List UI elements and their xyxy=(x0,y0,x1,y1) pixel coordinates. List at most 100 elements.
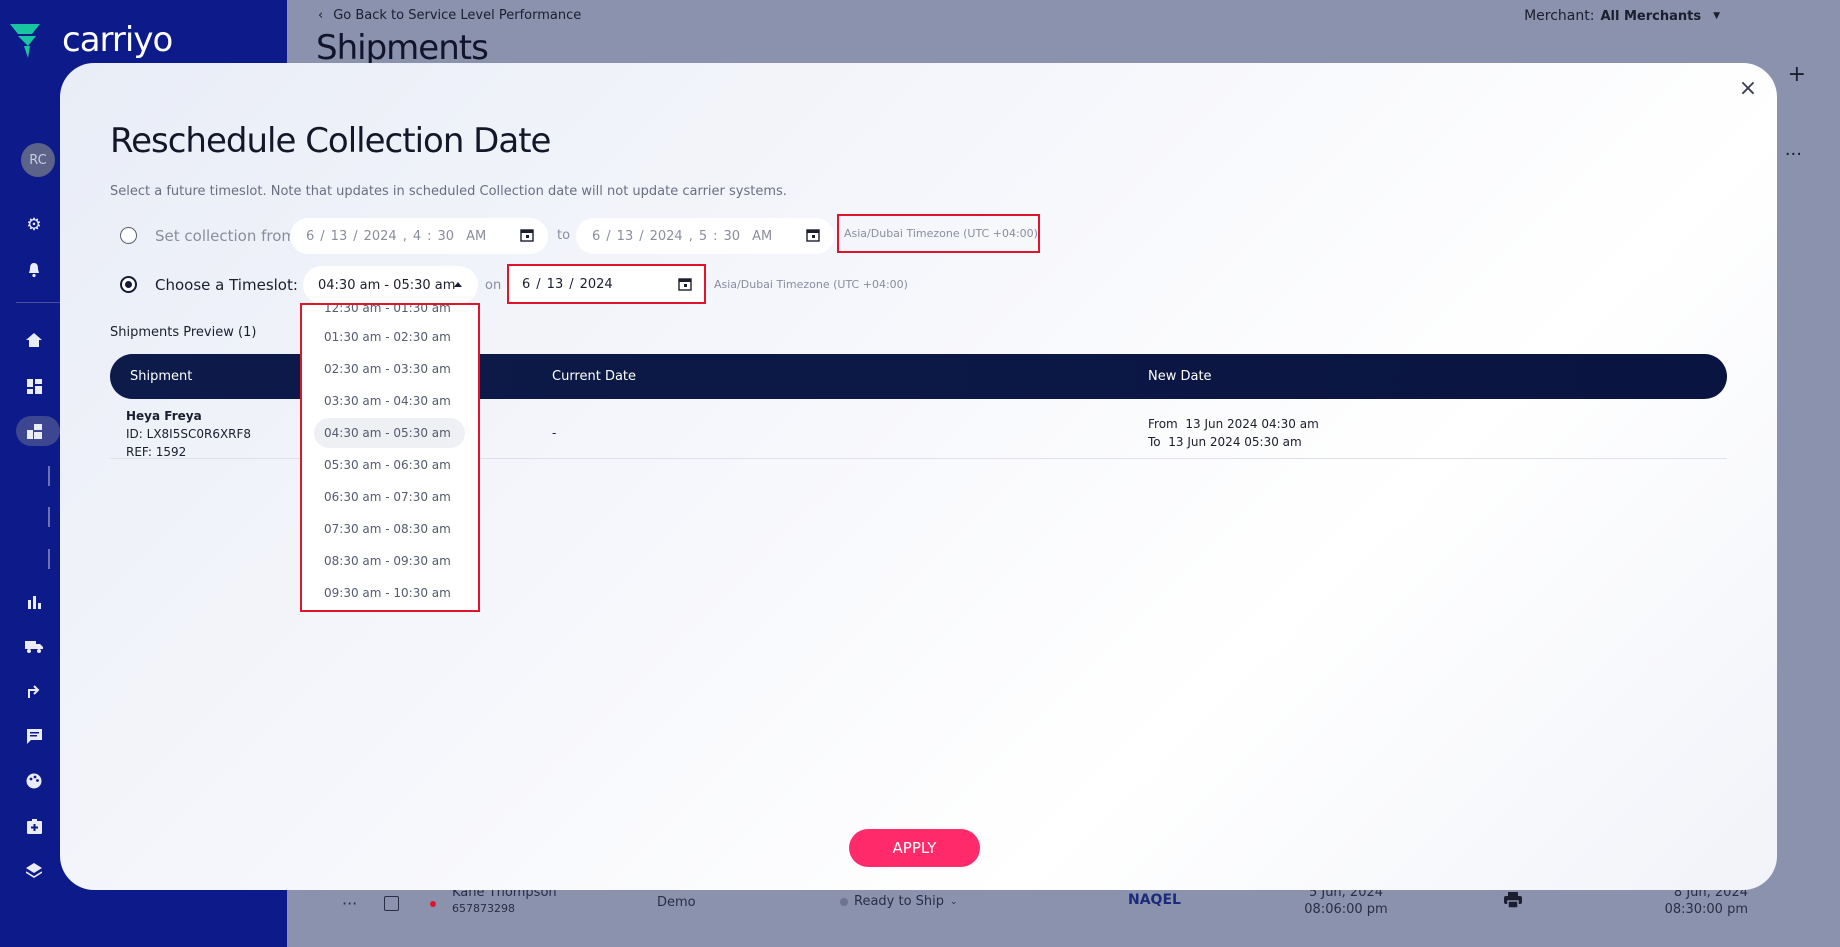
page-title: Shipments xyxy=(316,28,489,68)
timeslot-option[interactable]: 06:30 am - 07:30 am xyxy=(314,482,465,512)
timeslot-dropdown-list[interactable]: 12:30 am - 01:30 am 01:30 am - 02:30 am … xyxy=(300,303,480,612)
from-minute: 30 xyxy=(437,228,455,244)
shipments-preview-title: Shipments Preview (1) xyxy=(110,325,257,340)
returns-icon[interactable] xyxy=(24,681,44,701)
timezone-label-slot: Asia/Dubai Timezone (UTC +04:00) xyxy=(714,278,908,291)
to-year: 2024 xyxy=(649,228,683,244)
merchant-selector[interactable]: Merchant: All Merchants ▼ xyxy=(1524,8,1720,24)
carrier-logo: NAQEL xyxy=(1128,892,1181,908)
modal-subtitle: Select a future timeslot. Note that upda… xyxy=(110,184,787,199)
to-hour: 5 xyxy=(698,228,708,244)
radio-set-collection-range[interactable] xyxy=(120,227,137,244)
chevron-down-icon: ⌄ xyxy=(950,896,958,907)
timeslot-option[interactable]: 01:30 am - 02:30 am xyxy=(314,322,465,352)
to-label: to xyxy=(557,228,571,243)
gear-icon[interactable]: ⚙ xyxy=(24,215,44,235)
modal-title: Reschedule Collection Date xyxy=(110,121,551,161)
collection-to-input[interactable]: 6/ 13/ 2024, 5: 30 AM xyxy=(576,218,834,254)
radio-choose-timeslot[interactable] xyxy=(120,276,137,293)
sidebar-subitem-marker xyxy=(48,466,50,486)
chart-icon[interactable] xyxy=(24,592,44,612)
close-icon[interactable]: × xyxy=(1737,76,1759,101)
plus-icon[interactable]: + xyxy=(1788,62,1806,87)
box-icon[interactable] xyxy=(24,816,44,836)
calendar-icon[interactable] xyxy=(520,228,534,242)
calendar-icon[interactable] xyxy=(806,228,820,242)
shipment-id: ID: LX8I5SC0R6XRF8 xyxy=(126,427,252,441)
slot-day: 13 xyxy=(546,276,564,292)
new-date-to: To 13 Jun 2024 05:30 am xyxy=(1148,435,1302,449)
header-new-date: New Date xyxy=(1148,369,1212,384)
printer-icon[interactable] xyxy=(1504,892,1522,913)
to-month: 6 xyxy=(592,228,601,244)
to-ampm: AM xyxy=(752,228,773,244)
header-shipment: Shipment xyxy=(130,369,193,384)
shipment-name: Heya Freya xyxy=(126,409,202,423)
timeslot-option[interactable]: 12:30 am - 01:30 am xyxy=(314,305,465,323)
collection-from-input[interactable]: 6/ 13/ 2024, 4: 30 AM xyxy=(290,218,548,254)
background-table-row: ··· Kane Thompson 657873298 Demo Ready t… xyxy=(318,884,1784,924)
avatar[interactable]: RC xyxy=(21,143,55,177)
dashboard-icon[interactable] xyxy=(24,376,44,396)
from-hour: 4 xyxy=(412,228,422,244)
row-status[interactable]: Ready to Ship ⌄ xyxy=(840,894,958,909)
sidebar-subitem-marker xyxy=(48,549,50,569)
status-dot-icon xyxy=(840,897,848,906)
row-ref: 657873298 xyxy=(452,902,515,915)
row-checkbox[interactable] xyxy=(384,896,399,911)
carriyo-logo-icon xyxy=(10,20,54,60)
reschedule-modal: × Reschedule Collection Date Select a fu… xyxy=(60,63,1777,890)
apply-button[interactable]: APPLY xyxy=(849,829,980,867)
caret-up-icon xyxy=(454,282,462,287)
timeslot-date-input[interactable]: 6/ 13/ 2024 xyxy=(507,264,706,304)
more-options-icon[interactable]: ··· xyxy=(1785,144,1802,165)
bell-icon[interactable] xyxy=(24,260,44,280)
set-collection-label: Set collection from: xyxy=(155,227,302,245)
current-date: - xyxy=(552,426,557,440)
from-year: 2024 xyxy=(363,228,397,244)
timeslot-option[interactable]: 08:30 am - 09:30 am xyxy=(314,546,465,576)
timeslot-select[interactable]: 04:30 am - 05:30 am xyxy=(303,266,478,304)
row-due-time: 08:30:00 pm xyxy=(1664,902,1748,917)
sidebar-subitem-marker xyxy=(48,507,50,527)
slot-year: 2024 xyxy=(579,276,613,292)
timeslot-option[interactable]: 05:30 am - 06:30 am xyxy=(314,450,465,480)
shipment-ref: REF: 1592 xyxy=(126,445,187,459)
row-created-time: 08:06:00 pm xyxy=(1304,902,1388,917)
merchant-label: Merchant: xyxy=(1524,8,1595,24)
to-day: 13 xyxy=(616,228,634,244)
from-month: 6 xyxy=(306,228,315,244)
timeslot-option[interactable]: 02:30 am - 03:30 am xyxy=(314,354,465,384)
logo-text: carriyo xyxy=(62,20,173,60)
row-merchant: Demo xyxy=(657,895,696,910)
timeslot-option[interactable]: 03:30 am - 04:30 am xyxy=(314,386,465,416)
logo[interactable]: carriyo xyxy=(10,20,173,60)
from-ampm: AM xyxy=(466,228,487,244)
row-menu-icon[interactable]: ··· xyxy=(342,894,357,913)
merchant-value: All Merchants xyxy=(1600,8,1702,24)
chevron-left-icon: ‹ xyxy=(318,8,324,23)
header-current-date: Current Date xyxy=(552,369,637,384)
new-date-from: From 13 Jun 2024 04:30 am xyxy=(1148,417,1319,431)
truck-icon[interactable] xyxy=(24,636,44,656)
timeslot-option[interactable]: 07:30 am - 08:30 am xyxy=(314,514,465,544)
calendar-icon[interactable] xyxy=(678,277,692,291)
grid-icon[interactable] xyxy=(24,421,44,441)
layers-icon[interactable] xyxy=(24,860,44,880)
chat-icon[interactable] xyxy=(24,726,44,746)
caret-down-icon: ▼ xyxy=(1713,11,1720,21)
slot-month: 6 xyxy=(522,276,531,292)
home-icon[interactable] xyxy=(24,330,44,350)
choose-timeslot-label: Choose a Timeslot: xyxy=(155,276,298,294)
back-link[interactable]: ‹ Go Back to Service Level Performance xyxy=(318,8,581,23)
from-day: 13 xyxy=(330,228,348,244)
back-link-label: Go Back to Service Level Performance xyxy=(333,8,582,23)
timezone-label-range: Asia/Dubai Timezone (UTC +04:00) xyxy=(837,214,1040,253)
timeslot-option-selected[interactable]: 04:30 am - 05:30 am xyxy=(314,418,465,448)
on-label: on xyxy=(485,278,502,293)
to-minute: 30 xyxy=(723,228,741,244)
timeslot-option[interactable]: 09:30 am - 10:30 am xyxy=(314,578,465,608)
row-status-label: Ready to Ship xyxy=(854,894,945,909)
status-dot-icon xyxy=(430,901,436,907)
palette-icon[interactable] xyxy=(24,771,44,791)
